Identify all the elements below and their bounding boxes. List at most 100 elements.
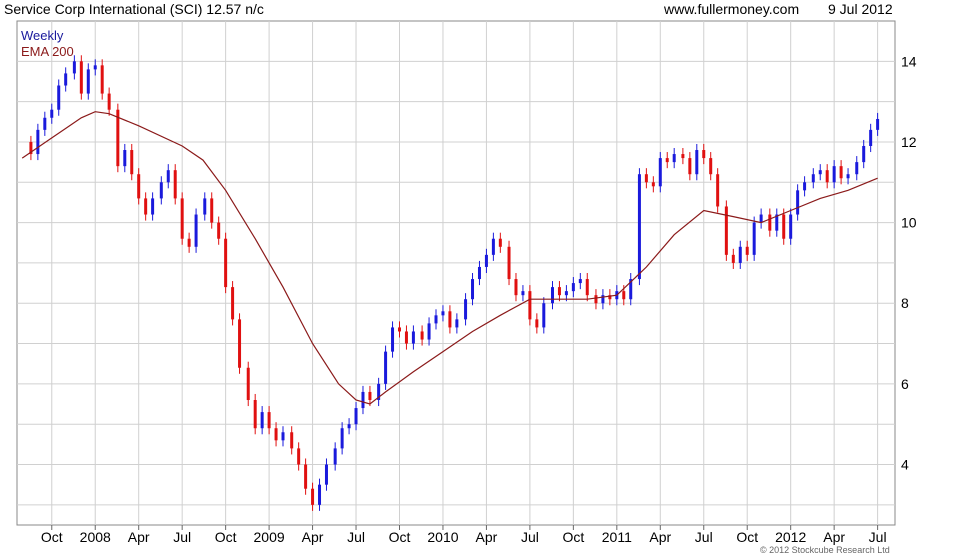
x-tick-label: Jul: [869, 529, 887, 545]
weekly-bar: [123, 150, 127, 167]
weekly-bar: [238, 319, 242, 368]
weekly-bar: [151, 198, 155, 215]
weekly-bar: [803, 182, 807, 191]
x-tick-label: 2010: [427, 529, 458, 545]
weekly-bar: [528, 291, 532, 320]
x-tick-label: Apr: [649, 529, 671, 545]
y-tick-label: 8: [901, 295, 909, 311]
weekly-bar: [594, 295, 598, 304]
legend-ema: EMA 200: [21, 44, 74, 59]
weekly-bar: [57, 85, 61, 110]
weekly-bar: [862, 145, 866, 163]
weekly-bar: [79, 61, 83, 94]
x-tick-label: Apr: [128, 529, 150, 545]
weekly-bar: [86, 69, 90, 94]
weekly-bar: [434, 315, 438, 324]
weekly-bar: [622, 291, 626, 300]
weekly-bar: [644, 174, 648, 183]
x-tick-label: Oct: [389, 529, 411, 545]
weekly-bar: [752, 222, 756, 255]
weekly-bar: [384, 351, 388, 384]
weekly-bar: [93, 65, 97, 70]
x-tick-label: Oct: [41, 529, 63, 545]
weekly-bar: [672, 154, 676, 163]
weekly-bar: [521, 291, 525, 296]
weekly-bar: [187, 238, 191, 247]
weekly-bar: [796, 190, 800, 215]
weekly-bar: [811, 174, 815, 183]
y-axis: 4 6 8 10 12 14: [901, 53, 917, 472]
weekly-bar: [441, 311, 445, 316]
weekly-bar: [818, 170, 822, 175]
weekly-bar: [498, 238, 502, 247]
weekly-bar: [361, 391, 365, 409]
x-tick-label: Jul: [521, 529, 539, 545]
weekly-bar: [347, 424, 351, 429]
weekly-bar: [290, 432, 294, 449]
weekly-bar: [789, 214, 793, 239]
weekly-bar: [297, 448, 301, 465]
x-axis: Oct 2008 Apr Jul Oct 2009 Apr Jul Oct 2010 Apr Jul O…: [41, 525, 887, 545]
weekly-bar: [64, 73, 68, 86]
weekly-bar: [832, 166, 836, 183]
weekly-bar: [107, 93, 111, 110]
weekly-bar: [333, 448, 337, 465]
weekly-bar: [745, 246, 749, 255]
weekly-bar: [455, 319, 459, 328]
x-tick-label: 2012: [775, 529, 806, 545]
weekly-bar: [759, 214, 763, 223]
plot-area: [16, 20, 896, 526]
weekly-bar: [507, 246, 511, 280]
weekly-bar: [173, 170, 177, 199]
weekly-bar: [50, 109, 54, 118]
weekly-bar: [267, 412, 271, 429]
weekly-bar: [665, 158, 669, 163]
weekly-bar: [782, 214, 786, 239]
x-tick-label: Jul: [695, 529, 713, 545]
weekly-bar: [231, 287, 235, 320]
legend-weekly: Weekly: [21, 28, 64, 43]
weekly-bar: [253, 400, 257, 429]
weekly-bar: [688, 158, 692, 175]
weekly-bar: [571, 283, 575, 292]
x-tick-label: 2009: [254, 529, 285, 545]
x-tick-label: Jul: [173, 529, 191, 545]
weekly-bar: [768, 214, 772, 231]
weekly-bar: [585, 279, 589, 296]
x-tick-label: Apr: [823, 529, 845, 545]
weekly-bar: [404, 331, 408, 344]
x-tick-label: Oct: [736, 529, 758, 545]
weekly-bar: [464, 299, 468, 320]
y-tick-label: 10: [901, 215, 917, 231]
x-tick-label: Jul: [347, 529, 365, 545]
weekly-bar: [311, 488, 315, 505]
x-tick-label: Oct: [562, 529, 584, 545]
weekly-bar: [324, 464, 328, 485]
x-tick-label: Oct: [215, 529, 237, 545]
x-tick-label: Apr: [302, 529, 324, 545]
weekly-bar: [651, 182, 655, 187]
weekly-bar: [681, 154, 685, 159]
y-tick-label: 6: [901, 376, 909, 392]
weekly-bar: [318, 484, 322, 505]
weekly-bar: [36, 129, 40, 155]
weekly-bar: [137, 174, 141, 199]
weekly-bar: [72, 61, 76, 74]
weekly-bar: [535, 319, 539, 328]
weekly-bar: [738, 246, 742, 263]
weekly-bar: [411, 331, 415, 344]
weekly-bar: [578, 279, 582, 284]
weekly-bar: [354, 408, 358, 425]
weekly-bar: [166, 170, 170, 183]
weekly-bar: [194, 214, 198, 247]
weekly-bar: [368, 391, 372, 401]
weekly-bar: [484, 254, 488, 267]
weekly-bar: [144, 198, 148, 215]
y-tick-label: 4: [901, 457, 909, 473]
weekly-bar: [448, 311, 452, 328]
weekly-bar: [869, 129, 873, 146]
weekly-bar: [340, 428, 344, 449]
weekly-bar: [839, 166, 843, 179]
price-chart: 4 6 8 10 12 14 Oct 2008 Apr Jul Oct 2009 Apr Jul Oct 2…: [16, 20, 917, 545]
weekly-bar: [658, 158, 662, 187]
